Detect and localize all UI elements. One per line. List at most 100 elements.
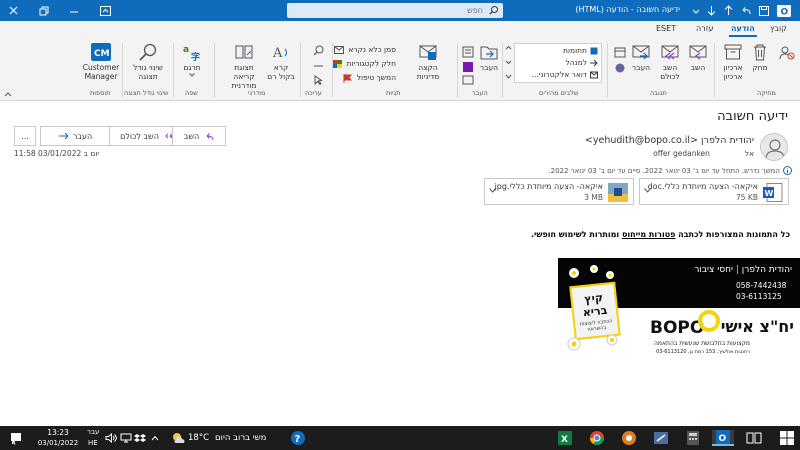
recipient-name[interactable]: offer gedanken xyxy=(653,149,710,158)
ignore-button[interactable] xyxy=(776,45,798,63)
mark-unread-button[interactable]: סמן כלא נקרא xyxy=(334,45,396,54)
calculator-taskbar-button[interactable] xyxy=(684,430,702,446)
weather-widget-button[interactable] xyxy=(170,430,186,446)
quick-step-item[interactable]: למנהל xyxy=(565,58,587,67)
email-icon xyxy=(590,71,598,79)
categorize-button[interactable]: חלק לקטגוריות xyxy=(332,59,396,68)
immersive-reader-button[interactable]: תצוגת קריאה מודרנית xyxy=(224,43,264,90)
language-code[interactable]: HE xyxy=(88,439,98,447)
language-label[interactable]: עבר xyxy=(87,428,99,436)
volume-button[interactable] xyxy=(104,430,118,446)
restore-window-button[interactable] xyxy=(36,3,51,18)
find-button[interactable] xyxy=(313,45,324,56)
quick-step-item[interactable]: דואר אלקטרוני... xyxy=(532,70,587,79)
collapse-ribbon-button[interactable] xyxy=(4,91,12,97)
sender-name: יהודית הלפרן xyxy=(701,135,754,146)
task-view-button[interactable] xyxy=(745,430,763,446)
word-file-icon: W xyxy=(763,183,783,202)
minimize-icon xyxy=(69,11,78,12)
start-button[interactable] xyxy=(778,430,796,446)
tab-eset[interactable]: ESET xyxy=(656,24,676,33)
search-input[interactable] xyxy=(303,4,483,17)
onenote-button[interactable] xyxy=(462,61,474,73)
more-qat-button[interactable] xyxy=(688,3,703,18)
signature-name-line: יהודית הלפרן | יחסי ציבור xyxy=(694,265,792,275)
svg-text:字: 字 xyxy=(191,51,200,61)
next-item-button[interactable] xyxy=(704,3,719,18)
sender-line[interactable]: יהודית הלפרן <yehudith@bopo.co.il> xyxy=(585,135,754,146)
previous-item-button[interactable] xyxy=(721,3,736,18)
weather-temperature[interactable]: 18°C xyxy=(188,433,209,443)
reply-icon xyxy=(689,45,707,60)
sender-email: <yehudith@bopo.co.il> xyxy=(584,135,698,146)
assign-policy-button[interactable]: הקצה מדיניות xyxy=(413,43,443,81)
tab-file[interactable]: קובץ xyxy=(770,24,787,33)
app2-taskbar-button[interactable] xyxy=(652,430,670,446)
dropbox-tray-button[interactable] xyxy=(133,430,147,446)
quick-steps-scroll[interactable] xyxy=(505,45,512,81)
customer-manager-button[interactable]: CM Customer Manager xyxy=(82,43,120,81)
notification-center-button[interactable]: 4 xyxy=(6,430,26,447)
clock-date[interactable]: 03/01/2022 xyxy=(34,439,82,447)
weather-description[interactable]: משי ברוב היום xyxy=(215,433,266,443)
outlook-taskbar-button[interactable]: O xyxy=(712,430,734,446)
task-view-icon xyxy=(746,432,762,444)
excel-taskbar-button[interactable]: X xyxy=(556,430,574,446)
avatar[interactable] xyxy=(760,133,788,161)
customer-manager-icon: CM xyxy=(91,43,111,61)
signature-name: יהודית הלפרן xyxy=(741,265,792,275)
quick-step-item[interactable]: תחומות xyxy=(563,46,587,55)
tab-message[interactable]: הודעה xyxy=(729,24,757,37)
move-button[interactable]: העבר xyxy=(476,43,502,72)
reply-button[interactable]: השב xyxy=(172,126,226,146)
attachment-doc[interactable]: W איקאה- הצעה מיוחדת כללי.doc 75 KB xyxy=(639,178,789,205)
app-taskbar-button[interactable] xyxy=(620,430,638,446)
zoom-group-label: שינוי גודל תצוגה xyxy=(124,89,169,97)
reply-all-ribbon-button[interactable]: השב לכולם xyxy=(656,43,684,81)
help-app-button[interactable]: ? xyxy=(289,430,307,446)
category-icon xyxy=(332,60,343,68)
delete-label: מחק xyxy=(752,63,768,72)
reply-ribbon-button[interactable]: השב xyxy=(685,43,711,72)
actions-button[interactable] xyxy=(462,75,474,85)
chevron-down-icon[interactable] xyxy=(644,188,651,193)
network-button[interactable] xyxy=(119,430,133,446)
archive-button[interactable]: ארכיון ארכיון xyxy=(719,43,747,81)
translate-button[interactable]: a字 תרגם xyxy=(178,43,206,77)
forward-ribbon-button[interactable]: העבר xyxy=(628,43,654,72)
windows-logo-icon xyxy=(780,431,794,445)
search-box[interactable] xyxy=(287,3,503,18)
minimize-window-button[interactable] xyxy=(66,3,81,18)
follow-up-button[interactable]: המשך טיפול xyxy=(343,73,396,83)
delete-button[interactable]: מחק xyxy=(749,43,771,72)
chrome-taskbar-button[interactable] xyxy=(588,430,606,446)
related-button[interactable] xyxy=(313,61,324,71)
more-actions-button[interactable]: ... xyxy=(14,126,36,146)
close-window-button[interactable] xyxy=(6,3,21,18)
chevron-down-icon[interactable] xyxy=(489,188,496,193)
email-signature: יהודית הלפרן | יחסי ציבור 058-7442438 03… xyxy=(558,258,800,360)
forward-button[interactable]: העבר xyxy=(40,126,110,146)
signature-phone: 058-7442438 xyxy=(736,281,787,290)
ribbon-display-options-button[interactable] xyxy=(98,3,113,18)
show-hidden-icons-button[interactable] xyxy=(148,430,162,446)
translate-icon: a字 xyxy=(183,45,200,61)
save-button[interactable] xyxy=(756,3,771,18)
zoom-button[interactable]: שינוי גודל תצוגה xyxy=(128,43,168,81)
flower-decoration-icon xyxy=(569,265,614,279)
body-emphasis: פטורות מייחוס xyxy=(621,230,676,239)
clock-time[interactable]: 13:23 xyxy=(40,428,76,437)
rules-button[interactable] xyxy=(462,46,474,58)
signature-brand-logo: BOPO xyxy=(650,318,705,338)
select-button[interactable] xyxy=(313,75,324,85)
arrow-down-icon xyxy=(707,6,716,16)
im-reply-button[interactable] xyxy=(614,62,626,74)
signature-address: רחובות ואלשיך, 153 רמת גן, 03-6113120 xyxy=(656,349,750,355)
respond-more-button[interactable] xyxy=(614,46,626,58)
undo-button[interactable] xyxy=(739,3,754,18)
message-date: יום ב 03/01/2022 11:58 xyxy=(14,149,100,158)
attachment-image[interactable]: איקאה- הצעה מיוחדת כללי.jpg 3 MB xyxy=(484,178,634,205)
reply-all-icon xyxy=(661,45,679,60)
read-aloud-button[interactable]: A קרא בקול רם xyxy=(266,43,296,81)
tab-help[interactable]: עזרה xyxy=(696,24,714,33)
